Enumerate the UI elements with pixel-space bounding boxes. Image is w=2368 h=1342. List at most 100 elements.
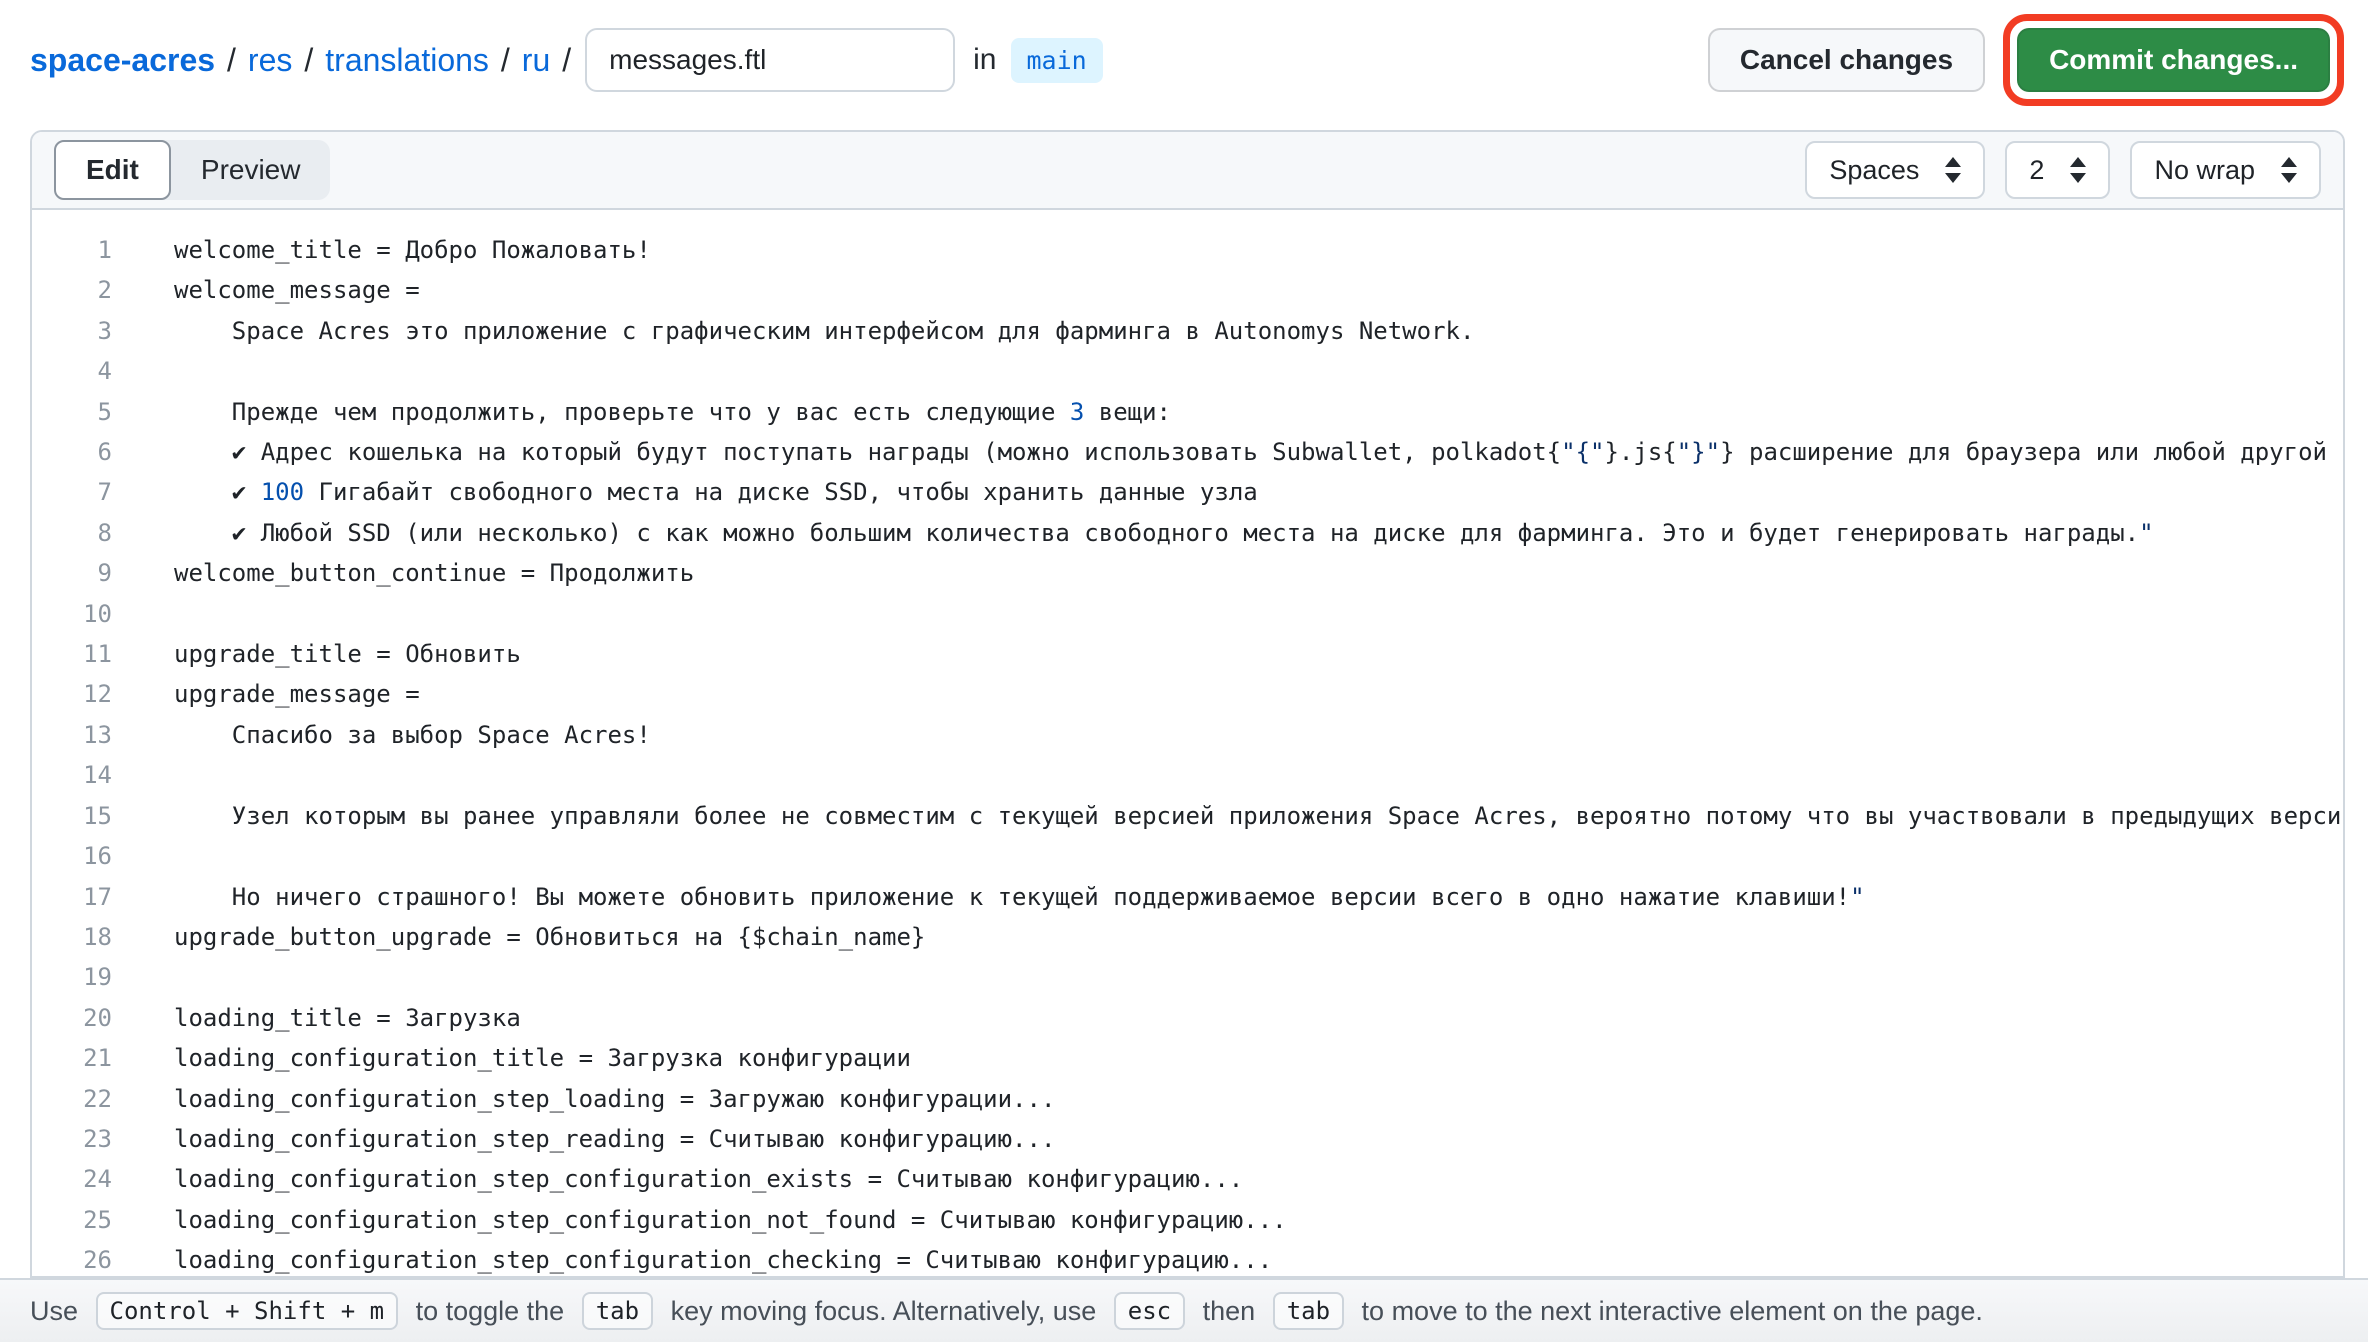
- indent-mode-select[interactable]: Spaces: [1805, 141, 1985, 199]
- line-number: 6: [32, 432, 112, 472]
- line-number: 20: [32, 998, 112, 1038]
- line-content: Спасибо за выбор Space Acres!: [112, 715, 651, 755]
- line-number: 17: [32, 877, 112, 917]
- breadcrumb-repo-link[interactable]: space-acres: [30, 42, 215, 79]
- code-line[interactable]: 20loading_title = Загрузка: [32, 998, 2343, 1038]
- in-branch-label: in: [973, 43, 996, 77]
- line-number: 8: [32, 513, 112, 553]
- code-line[interactable]: 14: [32, 755, 2343, 795]
- code-line[interactable]: 26loading_configuration_step_configurati…: [32, 1240, 2343, 1276]
- code-line[interactable]: 25loading_configuration_step_configurati…: [32, 1200, 2343, 1240]
- line-content: loading_configuration_title = Загрузка к…: [112, 1038, 911, 1078]
- line-number: 16: [32, 836, 112, 876]
- line-content: loading_configuration_step_configuration…: [112, 1200, 1287, 1240]
- line-number: 2: [32, 270, 112, 310]
- indent-mode-value: Spaces: [1829, 155, 1919, 186]
- edit-preview-tabs: Edit Preview: [54, 140, 330, 200]
- code-line[interactable]: 15 Узел которым вы ранее управляли более…: [32, 796, 2343, 836]
- code-line[interactable]: 2welcome_message =: [32, 270, 2343, 310]
- code-line[interactable]: 11upgrade_title = Обновить: [32, 634, 2343, 674]
- code-line[interactable]: 4: [32, 351, 2343, 391]
- line-number: 5: [32, 392, 112, 432]
- breadcrumb-separator: /: [501, 42, 510, 79]
- code-line[interactable]: 18upgrade_button_upgrade = Обновиться на…: [32, 917, 2343, 957]
- hint-text: to toggle the: [408, 1296, 572, 1327]
- breadcrumb-separator: /: [227, 42, 236, 79]
- indent-size-value: 2: [2029, 155, 2044, 186]
- line-content: welcome_button_continue = Продолжить: [112, 553, 694, 593]
- breadcrumb-separator: /: [304, 42, 313, 79]
- line-number: 4: [32, 351, 112, 391]
- code-line[interactable]: 13 Спасибо за выбор Space Acres!: [32, 715, 2343, 755]
- line-content: welcome_title = Добро Пожаловать!: [112, 230, 651, 270]
- code-line[interactable]: 5 Прежде чем продолжить, проверьте что у…: [32, 392, 2343, 432]
- line-content: loading_configuration_step_reading = Счи…: [112, 1119, 1055, 1159]
- code-line[interactable]: 23loading_configuration_step_reading = С…: [32, 1119, 2343, 1159]
- code-line[interactable]: 21loading_configuration_title = Загрузка…: [32, 1038, 2343, 1078]
- hint-text: to move to the next interactive element …: [1354, 1296, 1983, 1327]
- header-actions: Cancel changes Commit changes...: [1708, 14, 2344, 106]
- tab-edit[interactable]: Edit: [54, 140, 171, 200]
- code-line[interactable]: 6 ✔ Адрес кошелька на который будут пост…: [32, 432, 2343, 472]
- filename-input[interactable]: [585, 28, 955, 92]
- wrap-mode-select[interactable]: No wrap: [2130, 141, 2321, 199]
- tab-preview[interactable]: Preview: [171, 142, 331, 198]
- editor-settings: Spaces 2 No wrap: [1805, 141, 2321, 199]
- line-number: 11: [32, 634, 112, 674]
- breadcrumb-separator: /: [562, 42, 571, 79]
- breadcrumb-segment-translations[interactable]: translations: [325, 42, 489, 79]
- line-content: ✔ Любой SSD (или несколько) с как можно …: [112, 513, 2154, 553]
- line-number: 18: [32, 917, 112, 957]
- line-number: 25: [32, 1200, 112, 1240]
- line-content: loading_configuration_step_loading = Заг…: [112, 1079, 1055, 1119]
- editor-toolbar: Edit Preview Spaces 2 No wrap: [32, 132, 2343, 210]
- hint-text: key moving focus. Alternatively, use: [663, 1296, 1104, 1327]
- line-number: 19: [32, 957, 112, 997]
- code-line[interactable]: 24loading_configuration_step_configurati…: [32, 1159, 2343, 1199]
- keyboard-shortcut-chip: tab: [1273, 1292, 1344, 1330]
- breadcrumb-segment-res[interactable]: res: [248, 42, 292, 79]
- line-content: Узел которым вы ранее управляли более не…: [112, 796, 2343, 836]
- code-line[interactable]: 10: [32, 594, 2343, 634]
- updown-arrows-icon: [1945, 157, 1961, 183]
- keyboard-shortcut-chip: Control + Shift + m: [96, 1292, 399, 1330]
- annotation-highlight-ring: Commit changes...: [2003, 14, 2344, 106]
- line-number: 7: [32, 472, 112, 512]
- cancel-changes-button[interactable]: Cancel changes: [1708, 28, 1985, 92]
- line-content: ✔ 100 Гигабайт свободного места на диске…: [112, 472, 1258, 512]
- breadcrumb-segment-ru[interactable]: ru: [522, 42, 550, 79]
- code-line[interactable]: 12upgrade_message =: [32, 674, 2343, 714]
- line-content: [112, 351, 174, 391]
- line-content: loading_title = Загрузка: [112, 998, 521, 1038]
- line-content: loading_configuration_step_configuration…: [112, 1240, 1272, 1276]
- line-number: 12: [32, 674, 112, 714]
- line-content: ✔ Адрес кошелька на который будут поступ…: [112, 432, 2343, 472]
- code-line[interactable]: 9welcome_button_continue = Продолжить: [32, 553, 2343, 593]
- line-number: 22: [32, 1079, 112, 1119]
- code-line[interactable]: 1welcome_title = Добро Пожаловать!: [32, 230, 2343, 270]
- code-line[interactable]: 16: [32, 836, 2343, 876]
- line-content: [112, 594, 174, 634]
- code-line[interactable]: 17 Но ничего страшного! Вы можете обнови…: [32, 877, 2343, 917]
- commit-changes-button[interactable]: Commit changes...: [2017, 28, 2330, 92]
- line-content: upgrade_title = Обновить: [112, 634, 521, 674]
- code-line[interactable]: 19: [32, 957, 2343, 997]
- hint-text: Use: [30, 1296, 86, 1327]
- line-number: 3: [32, 311, 112, 351]
- code-line[interactable]: 8 ✔ Любой SSD (или несколько) с как можн…: [32, 513, 2343, 553]
- line-content: Прежде чем продолжить, проверьте что у в…: [112, 392, 1171, 432]
- code-line[interactable]: 7 ✔ 100 Гигабайт свободного места на дис…: [32, 472, 2343, 512]
- line-number: 26: [32, 1240, 112, 1276]
- line-number: 9: [32, 553, 112, 593]
- line-content: welcome_message =: [112, 270, 420, 310]
- line-content: upgrade_message =: [112, 674, 420, 714]
- file-editor-panel: Edit Preview Spaces 2 No wrap 1welcome_t…: [30, 130, 2345, 1278]
- updown-arrows-icon: [2281, 157, 2297, 183]
- code-line[interactable]: 22loading_configuration_step_loading = З…: [32, 1079, 2343, 1119]
- wrap-mode-value: No wrap: [2154, 155, 2255, 186]
- indent-size-select[interactable]: 2: [2005, 141, 2110, 199]
- line-number: 13: [32, 715, 112, 755]
- code-editor-area[interactable]: 1welcome_title = Добро Пожаловать!2welco…: [32, 210, 2343, 1276]
- line-number: 14: [32, 755, 112, 795]
- code-line[interactable]: 3 Space Acres это приложение с графическ…: [32, 311, 2343, 351]
